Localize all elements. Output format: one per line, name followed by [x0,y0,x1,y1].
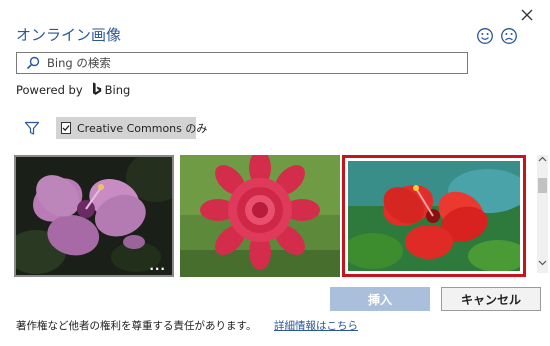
image-results: ... [14,155,526,277]
smile-icon[interactable] [476,27,494,45]
dialog-title: オンライン画像 [16,26,122,44]
image-result-selected[interactable] [342,155,526,277]
creative-commons-checkbox[interactable] [61,122,71,134]
scrollbar[interactable] [537,155,548,273]
online-pictures-dialog: オンライン画像 Powered by Bing Cr [0,0,550,346]
powered-by-label: Powered by [16,82,83,97]
more-options-icon[interactable]: ... [149,259,166,273]
filter-icon[interactable] [24,120,40,136]
image-result[interactable]: ... [14,155,174,277]
close-button[interactable] [514,4,540,26]
cancel-button[interactable]: キャンセル [441,287,541,311]
red-dahlia-image [180,155,340,277]
close-icon [521,9,533,21]
checkmark-icon [62,125,70,132]
copyright-notice: 著作権など他者の権利を尊重する責任があります。 [16,320,257,332]
chevron-down-icon [538,260,547,266]
bing-logo [92,82,101,95]
red-hibiscus-image [348,161,520,271]
image-result[interactable] [180,155,340,277]
powered-by: Powered by Bing [16,82,130,97]
bing-brand: Bing [104,82,131,97]
frown-icon[interactable] [500,27,518,45]
insert-button[interactable]: 挿入 [330,287,430,311]
purple-hibiscus-image [16,157,172,275]
scroll-up-button[interactable] [537,155,548,169]
scroll-down-button[interactable] [537,258,548,272]
creative-commons-filter[interactable]: Creative Commons のみ [56,117,207,139]
learn-more-link[interactable]: 詳細情報はこちら [274,318,358,333]
search-box[interactable] [16,52,468,74]
creative-commons-label: Creative Commons のみ [77,122,208,135]
search-icon [26,56,40,70]
chevron-up-icon [538,156,547,162]
search-input[interactable] [47,54,457,72]
scrollbar-thumb[interactable] [538,178,547,193]
